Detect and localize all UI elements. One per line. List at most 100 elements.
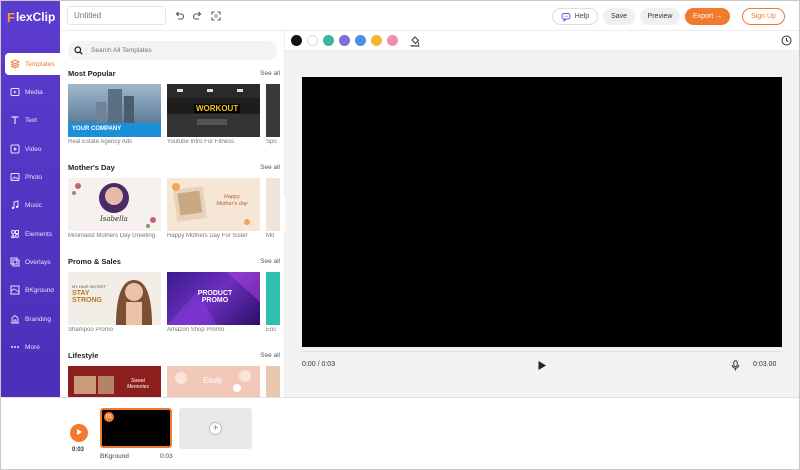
search-input[interactable] <box>91 47 271 54</box>
sidebar-item-video[interactable]: Video <box>5 138 60 160</box>
music-icon <box>9 200 20 211</box>
template-search-box[interactable] <box>68 41 277 60</box>
video-canvas[interactable] <box>302 77 782 347</box>
sidebar-item-photo[interactable]: Photo <box>5 166 60 188</box>
thumb-text: STAY STRONG <box>72 290 102 305</box>
sidebar-item-label: Media <box>25 88 43 96</box>
play-icon <box>75 427 83 439</box>
sidebar-item-label: Branding <box>25 315 52 323</box>
template-caption: Minimalist Mothers Day Greeting <box>68 233 156 239</box>
template-caption: Spo <box>266 139 277 145</box>
play-icon[interactable] <box>537 360 547 374</box>
template-caption: Shampoo Promo <box>68 327 114 333</box>
section-title: Most Popular <box>68 68 116 78</box>
photo-icon <box>9 172 20 183</box>
template-thumbnail[interactable]: Emily <box>167 366 260 397</box>
sidebar-item-bkground[interactable]: BKground <box>5 279 60 301</box>
media-icon <box>9 87 20 98</box>
thumb-text: Happy Mother's day <box>216 194 248 208</box>
color-swatch[interactable] <box>371 35 382 46</box>
color-swatch[interactable] <box>307 35 318 46</box>
template-thumbnail[interactable]: YOUR COMPANY <box>68 84 161 137</box>
template-thumbnail[interactable]: PRODUCT PROMO <box>167 272 260 325</box>
scene-duration: 0:03 <box>160 453 173 460</box>
timeline-total-time: 0:03 <box>72 447 85 453</box>
undo-icon[interactable] <box>173 10 185 22</box>
paint-bucket-icon[interactable] <box>409 35 421 50</box>
layers-icon <box>9 59 20 70</box>
section-title: Promo & Sales <box>68 256 121 266</box>
template-thumbnail[interactable] <box>266 272 280 325</box>
color-swatch[interactable] <box>387 35 398 46</box>
color-swatch[interactable] <box>339 35 350 46</box>
template-caption: Youtube Intro For Fitness <box>167 139 235 145</box>
template-caption: Enc <box>266 327 277 333</box>
color-swatch[interactable] <box>291 35 302 46</box>
playback-progress-bar[interactable] <box>302 351 782 352</box>
thumb-text: Emily <box>203 376 223 385</box>
app-frame: FlexClip Templates Media Text Video Phot… <box>0 0 800 470</box>
thumb-text: WORKOUT <box>194 104 241 113</box>
sidebar-item-label: Text <box>25 116 37 124</box>
see-all-link[interactable]: See all <box>260 70 280 77</box>
preview-button[interactable]: Preview <box>640 8 680 25</box>
microphone-icon[interactable] <box>731 360 740 374</box>
fit-screen-icon[interactable] <box>210 10 222 22</box>
sidebar-item-elements[interactable]: Elements <box>5 223 60 245</box>
sidebar-item-text[interactable]: Text <box>5 109 60 131</box>
color-swatch[interactable] <box>355 35 366 46</box>
elements-icon <box>9 229 20 240</box>
overlays-icon <box>9 257 20 268</box>
chat-icon <box>561 12 571 22</box>
template-thumbnail[interactable]: Sweet Memories <box>68 366 161 397</box>
editor-area: 0:00 / 0:03 0:03.00 <box>285 31 799 397</box>
text-icon <box>9 115 20 126</box>
play-all-button[interactable] <box>70 424 88 442</box>
section-promo-sales: Promo & Sales See all MY HAIR SECRET STA… <box>68 255 280 333</box>
template-caption: Real Estate Agency Ads <box>68 139 133 145</box>
template-caption: Mo <box>266 233 275 239</box>
template-thumbnail[interactable]: WORKOUT <box>167 84 260 137</box>
template-thumbnail[interactable]: Happy Mother's day <box>167 178 260 231</box>
logo-mark: F <box>7 9 15 25</box>
color-swatch[interactable] <box>323 35 334 46</box>
redo-icon[interactable] <box>191 10 203 22</box>
plus-icon: + <box>209 422 222 435</box>
clock-icon[interactable] <box>781 35 792 49</box>
template-thumbnail[interactable] <box>266 84 280 137</box>
sidebar-item-templates[interactable]: Templates <box>5 53 60 75</box>
template-caption: Happy Mothers Day For Sister <box>167 233 248 239</box>
template-thumbnail[interactable] <box>266 178 280 231</box>
sidebar-item-music[interactable]: Music <box>5 194 60 216</box>
see-all-link[interactable]: See all <box>260 164 280 171</box>
sidebar-item-label: BKground <box>25 286 54 294</box>
see-all-link[interactable]: See all <box>260 352 280 359</box>
sidebar-item-label: Music <box>25 201 42 209</box>
left-sidebar: FlexClip Templates Media Text Video Phot… <box>1 1 60 397</box>
thumb-text: Isabella <box>100 215 128 223</box>
export-button[interactable]: Export → <box>685 8 730 25</box>
template-thumbnail[interactable]: Isabella <box>68 178 161 231</box>
sidebar-item-branding[interactable]: Branding <box>5 308 60 330</box>
sign-up-button[interactable]: Sign Up <box>742 8 785 25</box>
sidebar-item-label: Photo <box>25 173 42 181</box>
section-title: Mother's Day <box>68 162 115 172</box>
scene-label: BKground <box>100 453 129 460</box>
help-button[interactable]: Help <box>552 8 598 25</box>
template-thumbnail[interactable] <box>266 366 280 397</box>
thumb-text: PRODUCT PROMO <box>197 290 233 305</box>
sidebar-item-overlays[interactable]: Overlays <box>5 251 60 273</box>
sidebar-item-media[interactable]: Media <box>5 81 60 103</box>
project-title-input[interactable] <box>67 6 166 25</box>
template-thumbnail[interactable]: MY HAIR SECRET STAY STRONG <box>68 272 161 325</box>
section-lifestyle: Lifestyle See all Sweet Memories Emily <box>68 349 280 397</box>
see-all-link[interactable]: See all <box>260 258 280 265</box>
sidebar-item-more[interactable]: More <box>5 336 60 358</box>
add-scene-button[interactable]: + <box>179 408 252 449</box>
section-mothers-day: Mother's Day See all Isabella Happy Moth… <box>68 161 280 239</box>
branding-icon <box>9 314 20 325</box>
save-button[interactable]: Save <box>603 8 635 25</box>
scene-thumbnail[interactable]: 01 <box>100 408 172 448</box>
flexclip-logo: FlexClip <box>7 8 55 26</box>
duration: 0:03.00 <box>753 361 777 368</box>
